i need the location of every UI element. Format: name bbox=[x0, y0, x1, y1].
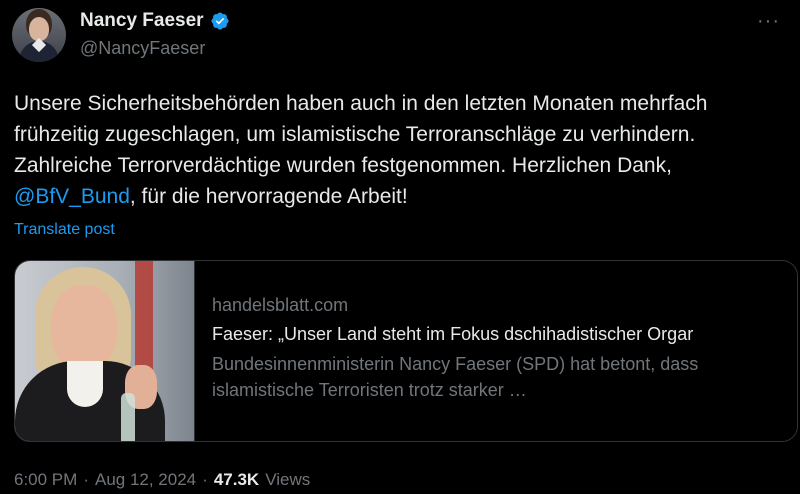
translate-post-link[interactable]: Translate post bbox=[14, 221, 115, 239]
link-preview-body: handelsblatt.com Faeser: „Unser Land ste… bbox=[212, 295, 792, 403]
link-description: Bundesinnenministerin Nancy Faeser (SPD)… bbox=[212, 354, 699, 400]
image-face bbox=[51, 285, 117, 371]
post-text: Unsere Sicherheitsbehörden haben auch in… bbox=[14, 88, 794, 212]
display-name[interactable]: Nancy Faeser bbox=[80, 10, 204, 32]
post-meta: 6:00 PM · Aug 12, 2024 · 47.3K Views bbox=[14, 470, 310, 490]
avatar[interactable] bbox=[12, 8, 66, 62]
image-bottle bbox=[121, 393, 135, 441]
post-date[interactable]: Aug 12, 2024 bbox=[95, 470, 196, 490]
image-shirt bbox=[67, 361, 103, 407]
more-options-icon[interactable]: ··· bbox=[757, 10, 780, 33]
meta-separator: · bbox=[202, 470, 208, 489]
author-handle[interactable]: @NancyFaeser bbox=[80, 38, 205, 59]
link-title: Faeser: „Unser Land steht im Fokus dschi… bbox=[212, 324, 694, 344]
post-text-end: , für die hervorragende Arbeit! bbox=[129, 185, 408, 208]
verified-badge-icon bbox=[211, 12, 229, 30]
link-preview-card[interactable]: handelsblatt.com Faeser: „Unser Land ste… bbox=[14, 260, 798, 442]
views-count[interactable]: 47.3K bbox=[214, 470, 259, 490]
post-text-body: Unsere Sicherheitsbehörden haben auch in… bbox=[14, 92, 708, 177]
post-time[interactable]: 6:00 PM bbox=[14, 470, 77, 490]
meta-separator: · bbox=[83, 470, 89, 489]
author-name-row: Nancy Faeser bbox=[80, 10, 230, 32]
mention-link[interactable]: @BfV_Bund bbox=[14, 185, 130, 208]
link-preview-image[interactable] bbox=[15, 261, 195, 441]
link-domain: handelsblatt.com bbox=[212, 295, 349, 315]
views-label: Views bbox=[265, 470, 311, 489]
